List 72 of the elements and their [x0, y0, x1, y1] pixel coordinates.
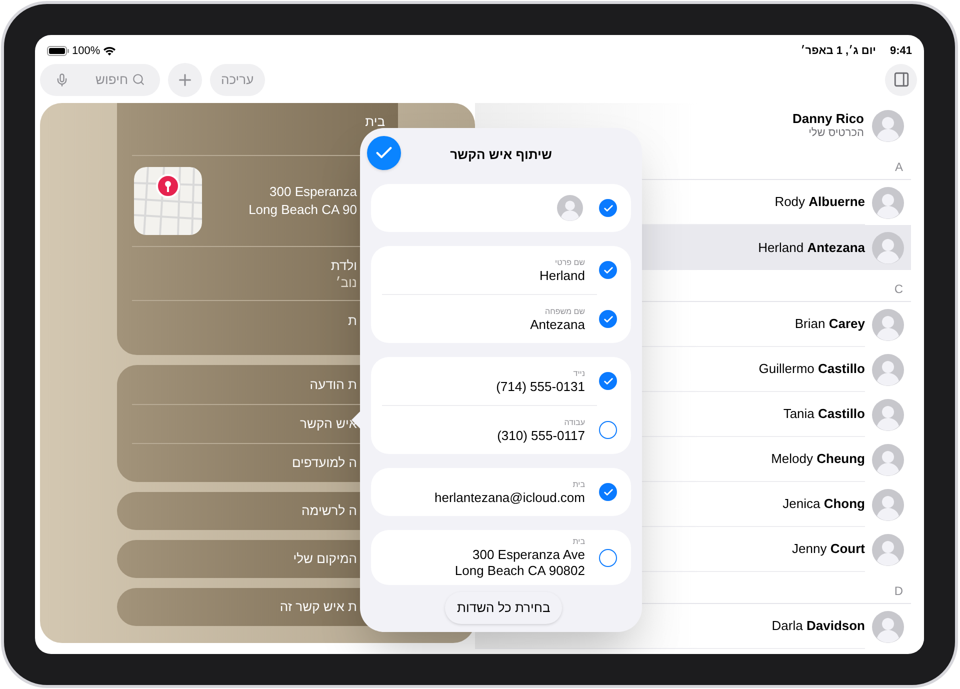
add-button[interactable] [168, 62, 202, 96]
address-label: בית [365, 113, 385, 131]
field-value: 300 Esperanza Ave [472, 547, 585, 563]
battery-icon [47, 46, 69, 56]
avatar [872, 354, 904, 386]
contact-name: Rody Albuerne [774, 193, 865, 212]
birthday-value: נוב׳ [336, 274, 357, 290]
contact-name: Brian Carey [794, 315, 865, 334]
checkmark-icon [602, 314, 614, 324]
contact-name: Tania Castillo [783, 405, 865, 424]
contact-name: Jenica Chong [782, 495, 865, 514]
avatar [872, 488, 904, 520]
section-header: D [894, 582, 903, 600]
popover-title: שיתוף איש הקשר [450, 146, 552, 164]
section-header: A [894, 158, 903, 176]
confirm-button[interactable] [367, 136, 401, 170]
field-value: Herland [539, 268, 585, 284]
checkmark-icon [602, 202, 614, 214]
field-label: שם פרטי [555, 256, 585, 268]
contact-subtitle: הכרטיס שלי [808, 126, 864, 140]
avatar [872, 398, 904, 430]
checkbox[interactable] [599, 372, 617, 390]
field-label: עבודה [564, 416, 585, 428]
field-label: בית [572, 478, 585, 490]
time-text: 9:41 [890, 44, 912, 58]
avatar [872, 610, 904, 642]
section-header: C [894, 280, 903, 298]
checkbox[interactable] [599, 310, 617, 328]
contact-name: Guillermo Castillo [758, 360, 865, 378]
avatar [557, 195, 583, 221]
field-label: בית [572, 536, 585, 547]
field-label: שם משפחה [545, 306, 585, 316]
checkmark-icon [602, 486, 614, 498]
select-all-button[interactable]: בחירת כל השדות [445, 592, 562, 624]
map-drawing [134, 167, 202, 235]
contact-name: Darla Davidson [772, 617, 865, 636]
address-text: Long Beach CA 90 [248, 201, 357, 219]
avatar [872, 110, 904, 142]
contact-name: Danny Rico [792, 110, 864, 126]
checkmark-icon [602, 376, 614, 386]
birthday-label: ולדת [330, 256, 357, 274]
avatar [872, 186, 904, 218]
checkbox[interactable] [599, 261, 617, 279]
date-text: יום ג׳, 1 באפר׳ [800, 44, 876, 58]
checkbox[interactable] [599, 483, 617, 501]
sidebar-button[interactable] [885, 64, 917, 96]
field-label: נייד [573, 368, 585, 378]
avatar [872, 308, 904, 340]
sidebar-icon [892, 71, 910, 88]
contact-name: Jenny Court [792, 540, 865, 558]
avatar [872, 444, 904, 476]
field-value: herlantezana@icloud.com [434, 490, 585, 506]
contact-name: Melody Cheung [771, 450, 865, 468]
action-item[interactable]: ה למועדפים [292, 453, 357, 473]
action-item[interactable]: ת הודעה [310, 374, 357, 394]
field-value: (310) 555-0117 [497, 428, 585, 444]
wifi-icon [103, 46, 116, 56]
field-value: Antezana [530, 316, 585, 332]
field-value: Long Beach CA 90802 [454, 563, 585, 579]
search-icon [132, 73, 145, 86]
checkbox[interactable] [599, 199, 617, 217]
checkmark-icon [602, 264, 614, 276]
avatar [872, 534, 904, 566]
field-value: (714) 555-0131 [496, 378, 585, 394]
avatar [872, 232, 904, 264]
microphone-icon[interactable] [55, 72, 69, 86]
contact-name: Herland Antezana [758, 238, 865, 257]
address-text: 300 Esperanza [270, 183, 357, 201]
field-label: ת [348, 312, 357, 330]
battery-percentage: 100% [72, 44, 100, 58]
checkbox[interactable] [599, 548, 617, 566]
checkbox[interactable] [599, 421, 617, 439]
